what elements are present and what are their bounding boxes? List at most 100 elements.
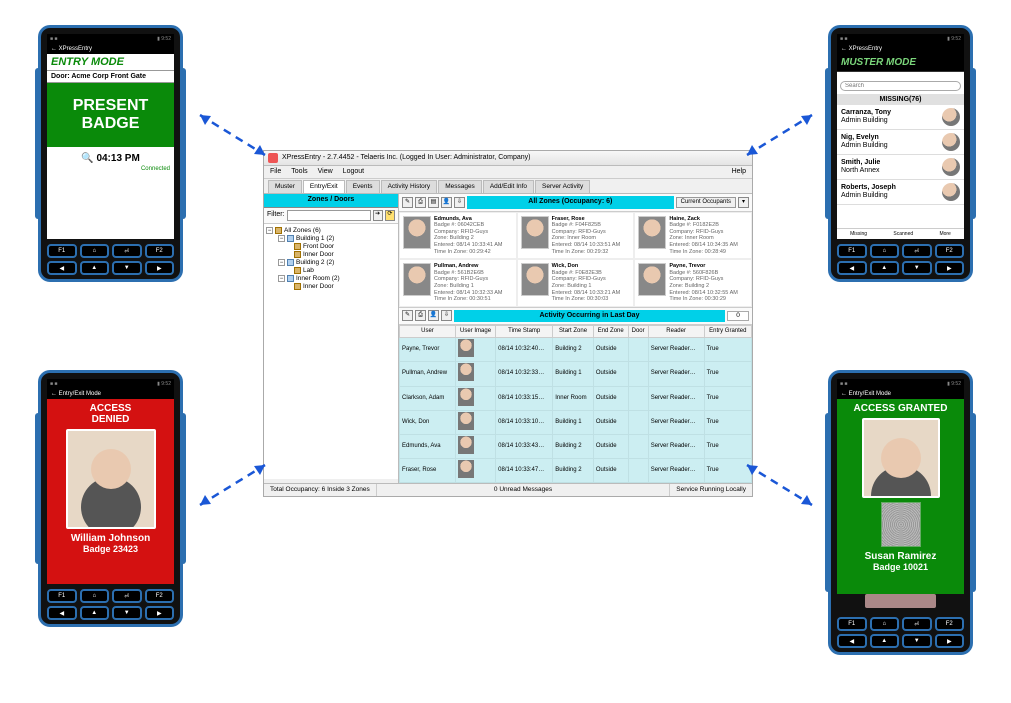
occupant-cell[interactable]: Haine, ZackBadge #: F0182E2BCompany: RFI… [634,212,752,260]
col-header[interactable]: User [400,326,456,338]
fingerprint-sensor[interactable] [865,594,936,608]
hw-back[interactable]: ⏎ [902,244,932,258]
hw-f2[interactable]: F2 [145,589,175,603]
tab-events[interactable]: Events [346,180,380,193]
hw-right[interactable]: ▶ [145,606,175,620]
col-header[interactable]: Door [628,326,648,338]
sync-arrow-icon [195,460,275,520]
hw-left[interactable]: ◀ [837,634,867,648]
tab-activity-history[interactable]: Activity History [381,180,438,193]
connection-status: Connected [47,164,174,172]
handheld-entry: ■ ■▮ 9:52 ← XPressEntry ENTRY MODE Door:… [38,25,183,282]
tool-print-icon[interactable]: ⎙ [415,310,426,321]
col-header[interactable]: User Image [455,326,495,338]
hw-home[interactable]: ⌂ [870,617,900,631]
tool-user-icon[interactable]: 👤 [441,197,452,208]
activity-row[interactable]: Edmunds, Ava08/14 10:33:43…Building 2Out… [400,435,752,459]
hw-back[interactable]: ⏎ [112,244,142,258]
tab-entry-exit[interactable]: Entry/Exit [303,180,345,193]
hw-home[interactable]: ⌂ [870,244,900,258]
hw-down[interactable]: ▼ [112,606,142,620]
menu-view[interactable]: View [318,168,333,176]
hw-up[interactable]: ▲ [870,634,900,648]
handheld-denied: ■ ■▮ 9:52 ← Entry/Exit Mode ACCESS DENIE… [38,370,183,627]
menu-tools[interactable]: Tools [291,168,307,176]
occupant-cell[interactable]: Pullman, AndrewBadge #: 561B2E6BCompany:… [399,259,517,307]
tool-chart-icon[interactable]: ▤ [428,197,439,208]
hw-home[interactable]: ⌂ [80,589,110,603]
activity-row[interactable]: Pullman, Andrew08/14 10:32:33…Building 1… [400,362,752,386]
tool-export-icon[interactable]: ⇩ [441,310,452,321]
avatar [521,263,549,296]
window-titlebar[interactable]: XPressEntry - 2.7.4452 - Telaeris Inc. (… [264,151,752,166]
hw-down[interactable]: ▼ [902,261,932,275]
hw-f2[interactable]: F2 [935,617,965,631]
tab-server-activity[interactable]: Server Activity [535,180,590,193]
zone-tree[interactable]: −All Zones (6)−Building 1 (2)Front DoorI… [264,224,398,479]
hw-f2[interactable]: F2 [145,244,175,258]
hw-down[interactable]: ▼ [112,261,142,275]
filter-input[interactable] [287,210,371,221]
hw-left[interactable]: ◀ [47,261,77,275]
app-bar: ← Entry/Exit Mode [837,389,964,399]
muster-person-row[interactable]: Roberts, JosephAdmin Building [837,180,964,205]
hw-back[interactable]: ⏎ [112,589,142,603]
tool-user-icon[interactable]: 👤 [428,310,439,321]
col-header[interactable]: Start Zone [553,326,594,338]
hw-f1[interactable]: F1 [837,617,867,631]
occupant-cell[interactable]: Payne, TrevorBadge #: 560F826BCompany: R… [634,259,752,307]
clear-filter-button[interactable]: ⟳ [385,210,395,221]
tab-scanned[interactable]: Scanned [893,231,913,237]
hw-left[interactable]: ◀ [837,261,867,275]
apply-filter-button[interactable]: ➔ [373,210,383,221]
current-occupants-button[interactable]: Current Occupants [676,197,736,208]
menu-logout[interactable]: Logout [343,168,364,176]
tab-muster[interactable]: Muster [268,180,302,193]
hw-up[interactable]: ▲ [870,261,900,275]
hw-right[interactable]: ▶ [935,634,965,648]
present-badge-prompt: PRESENT BADGE [47,83,174,147]
occupant-cell[interactable]: Fraser, RoseBadge #: F04F825BCompany: RF… [517,212,635,260]
hw-down[interactable]: ▼ [902,634,932,648]
tool-edit-icon[interactable]: ✎ [402,197,413,208]
status-unread-messages[interactable]: 0 Unread Messages [377,484,671,496]
hw-f1[interactable]: F1 [47,589,77,603]
hw-f2[interactable]: F2 [935,244,965,258]
tab-messages[interactable]: Messages [438,180,482,193]
activity-row[interactable]: Payne, Trevor08/14 10:32:40…Building 2Ou… [400,338,752,362]
activity-row[interactable]: Wick, Don08/14 10:33:10…Building 1Outsid… [400,410,752,434]
hw-up[interactable]: ▲ [80,606,110,620]
col-header[interactable]: Time Stamp [496,326,553,338]
dropdown-icon[interactable]: ▾ [738,197,749,208]
filter-label: Filter: [267,211,285,219]
activity-row[interactable]: Fraser, Rose08/14 10:33:47…Building 2Out… [400,459,752,483]
tool-print-icon[interactable]: ⎙ [415,197,426,208]
hw-right[interactable]: ▶ [935,261,965,275]
muster-person-row[interactable]: Smith, JulieNorth Annex [837,155,964,180]
hw-f1[interactable]: F1 [47,244,77,258]
tab-missing[interactable]: Missing [850,231,867,237]
hw-home[interactable]: ⌂ [80,244,110,258]
col-header[interactable]: Reader [648,326,704,338]
col-header[interactable]: End Zone [593,326,628,338]
hw-right[interactable]: ▶ [145,261,175,275]
tab-add-edit-info[interactable]: Add/Edit Info [483,180,534,193]
tool-export-icon[interactable]: ⇩ [454,197,465,208]
occupant-cell[interactable]: Wick, DonBadge #: F0E82E3BCompany: RFID-… [517,259,635,307]
hw-back[interactable]: ⏎ [902,617,932,631]
handheld-granted: ■ ■▮ 9:52 ← Entry/Exit Mode ACCESS GRANT… [828,370,973,655]
hw-f1[interactable]: F1 [837,244,867,258]
search-input[interactable] [840,81,961,91]
muster-tabs: Missing Scanned More [837,228,964,239]
col-header[interactable]: Entry Granted [704,326,751,338]
occupant-cell[interactable]: Edmunds, AvaBadge #: 06042CEBCompany: RF… [399,212,517,260]
person-photo [66,429,156,529]
badge-number: Badge 23423 [83,544,138,554]
tool-edit-icon[interactable]: ✎ [402,310,413,321]
hw-up[interactable]: ▲ [80,261,110,275]
tab-more[interactable]: More [939,231,950,237]
muster-person-row[interactable]: Carranza, TonyAdmin Building [837,105,964,130]
activity-row[interactable]: Clarkson, Adam08/14 10:33:15…Inner RoomO… [400,386,752,410]
hw-left[interactable]: ◀ [47,606,77,620]
muster-person-row[interactable]: Nig, EvelynAdmin Building [837,130,964,155]
